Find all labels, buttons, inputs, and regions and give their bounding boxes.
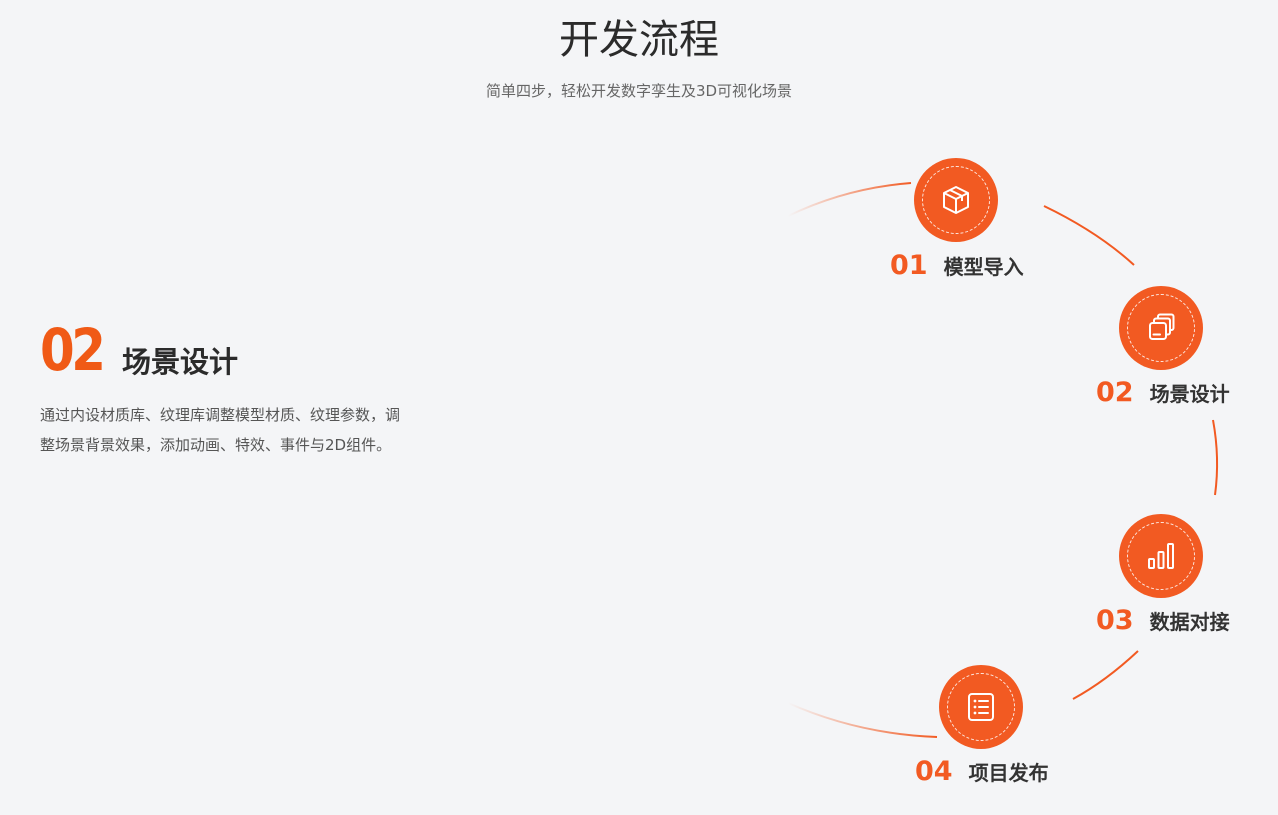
process-arc — [787, 182, 1219, 738]
arc-segment-lead-out — [787, 702, 938, 738]
step-1-name: 模型导入 — [943, 255, 1024, 279]
step-4-name: 项目发布 — [968, 761, 1049, 785]
step-3-circle[interactable] — [1119, 514, 1205, 600]
step-2-label[interactable]: 02 场景设计 — [1096, 376, 1230, 411]
step-1-number: 01 — [890, 250, 928, 281]
step-2-number: 02 — [1096, 377, 1134, 408]
arc-segment-1-2 — [1043, 205, 1135, 266]
arc-segment-2-3 — [1212, 419, 1219, 496]
step-1-circle[interactable] — [914, 158, 1000, 244]
step-1-label[interactable]: 01 模型导入 — [890, 249, 1024, 284]
arc-segment-3-4 — [1072, 650, 1139, 700]
list-document-icon — [968, 693, 994, 721]
step-2-circle[interactable] — [1119, 286, 1205, 372]
step-3-name: 数据对接 — [1149, 610, 1230, 634]
step-2-name: 场景设计 — [1149, 382, 1230, 406]
step-4-circle[interactable] — [939, 665, 1025, 751]
step-4-label[interactable]: 04 项目发布 — [915, 755, 1049, 790]
bar-chart-icon — [1148, 543, 1174, 569]
step-3-number: 03 — [1096, 605, 1134, 636]
cube-icon — [943, 186, 969, 214]
step-4-number: 04 — [915, 756, 953, 787]
step-3-label[interactable]: 03 数据对接 — [1096, 604, 1230, 639]
layers-icon — [1149, 313, 1175, 340]
arc-segment-lead-in — [787, 182, 912, 217]
